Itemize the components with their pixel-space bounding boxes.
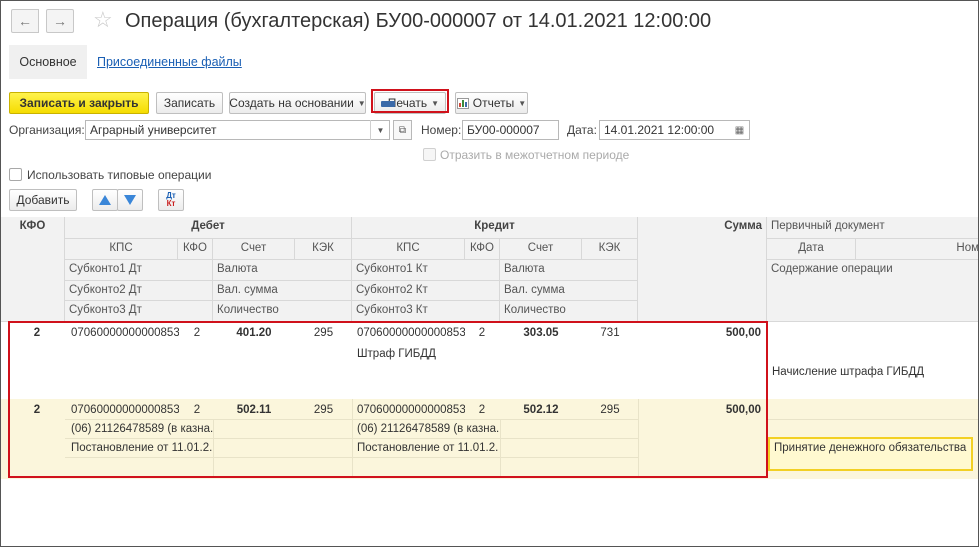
back-button[interactable]: ← [11, 9, 39, 33]
header-sub2-dt[interactable]: Субконто2 Дт [65, 281, 213, 301]
header-primary-doc[interactable]: Первичный документ [767, 217, 978, 239]
arrow-right-icon: → [53, 13, 67, 29]
row2-content-cell[interactable]: Принятие денежного обязательства [768, 437, 973, 471]
header-dt-kps[interactable]: КПС [65, 239, 178, 260]
organization-label: Организация: [9, 123, 85, 137]
header-dt-currency[interactable]: Валюта [213, 260, 352, 281]
typical-operations-checkbox[interactable] [9, 168, 22, 181]
header-dt-account[interactable]: Счет [213, 239, 295, 260]
header-kt-account[interactable]: Счет [500, 239, 582, 260]
header-kfo[interactable]: КФО [1, 217, 65, 322]
header-sub1-kt[interactable]: Субконто1 Кт [352, 260, 500, 281]
header-content[interactable]: Содержание операции [767, 260, 978, 322]
date-field[interactable]: 14.01.2021 12:00:00 [599, 120, 750, 140]
print-highlight-frame [371, 89, 449, 113]
reflect-period-checkbox[interactable] [423, 148, 436, 161]
dt-kt-swap-icon: Дт Кт [166, 192, 176, 208]
header-kt-kek[interactable]: КЭК [582, 239, 638, 260]
favorite-star-icon[interactable]: ☆ [93, 7, 113, 33]
header-sub3-kt[interactable]: Субконто3 Кт [352, 301, 500, 322]
header-dt-kek[interactable]: КЭК [295, 239, 352, 260]
move-down-button[interactable] [117, 189, 143, 211]
reports-button[interactable]: Отчеты ▼ [455, 92, 528, 114]
header-sub3-dt[interactable]: Субконто3 Дт [65, 301, 213, 322]
page-title: Операция (бухгалтерская) БУ00-000007 от … [125, 10, 712, 32]
header-sub1-dt[interactable]: Субконто1 Дт [65, 260, 213, 281]
header-dt-kfo[interactable]: КФО [178, 239, 213, 260]
header-sum[interactable]: Сумма [638, 217, 767, 322]
header-kt-kfo[interactable]: КФО [465, 239, 500, 260]
number-label: Номер: [421, 123, 462, 137]
reports-label: Отчеты [472, 96, 515, 110]
arrow-up-icon [99, 195, 111, 205]
kt-label: Кт [166, 199, 176, 208]
tab-attached-files[interactable]: Присоединенные файлы [97, 55, 242, 69]
create-based-on-button[interactable]: Создать на основании ▼ [229, 92, 366, 114]
calendar-icon[interactable]: ▦ [730, 121, 749, 139]
save-button[interactable]: Записать [156, 92, 223, 114]
header-kt-kps[interactable]: КПС [352, 239, 465, 260]
header-kt-currency[interactable]: Валюта [500, 260, 638, 281]
header-dt-cur-sum[interactable]: Вал. сумма [213, 281, 352, 301]
organization-dropdown-button[interactable]: ▼ [370, 120, 390, 140]
date-label: Дата: [567, 123, 597, 137]
move-up-button[interactable] [92, 189, 118, 211]
reflect-period-label: Отразить в межотчетном периоде [440, 148, 630, 162]
swap-dt-kt-button[interactable]: Дт Кт [158, 189, 184, 211]
number-field[interactable]: БУ00-000007 [462, 120, 559, 140]
header-sub2-kt[interactable]: Субконто2 Кт [352, 281, 500, 301]
caret-down-icon: ▼ [357, 98, 366, 108]
header-debit[interactable]: Дебет [65, 217, 352, 239]
row1-content: Начисление штрафа ГИБДД [772, 366, 925, 378]
header-credit[interactable]: Кредит [352, 217, 638, 239]
header-kt-cur-sum[interactable]: Вал. сумма [500, 281, 638, 301]
tab-main[interactable]: Основное [9, 45, 87, 79]
organization-field[interactable]: Аграрный университет [85, 120, 390, 140]
typical-operations-label: Использовать типовые операции [27, 168, 212, 182]
save-and-close-button[interactable]: Записать и закрыть [9, 92, 149, 114]
report-chart-icon [456, 97, 469, 109]
create-based-on-label: Создать на основании [229, 96, 354, 110]
caret-down-icon: ▼ [518, 98, 527, 108]
grid-line [767, 419, 978, 420]
document-window: ← → ☆ Операция (бухгалтерская) БУ00-0000… [0, 0, 979, 547]
forward-button[interactable]: → [46, 9, 74, 33]
organization-open-button[interactable]: ⧉ [393, 120, 412, 140]
arrow-left-icon: ← [18, 13, 32, 29]
arrow-down-icon [124, 195, 136, 205]
header-kt-quantity[interactable]: Количество [500, 301, 638, 322]
header-doc-date[interactable]: Дата [767, 239, 856, 260]
header-dt-quantity[interactable]: Количество [213, 301, 352, 322]
caret-down-icon: ▼ [376, 125, 385, 135]
header-doc-number[interactable]: Ном [856, 239, 978, 260]
rows-highlight-frame [8, 321, 768, 478]
add-row-button[interactable]: Добавить [9, 189, 77, 211]
open-copy-icon: ⧉ [398, 124, 407, 136]
